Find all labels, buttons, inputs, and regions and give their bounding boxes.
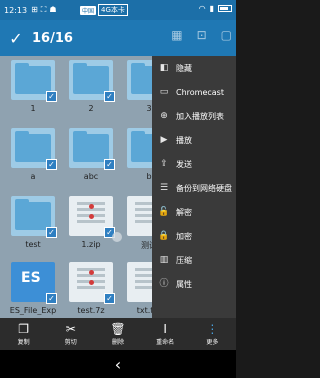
- copy-icon: ❐: [18, 322, 29, 336]
- checkbox-checked-icon[interactable]: ✓: [104, 293, 115, 304]
- folder-icon: ✓: [69, 128, 115, 170]
- bottom-action-bar: ❐ 复制 ✂ 剪切 🗑 删除 Ⅰ 重命名 ⋮ 更多: [0, 318, 236, 350]
- trash-icon: 🗑: [110, 322, 126, 336]
- menu-item-cloud-backup[interactable]: ☰ 备份到网络硬盘: [152, 176, 236, 200]
- menu-item-add-playlist[interactable]: ⊕ 加入播放列表: [152, 104, 236, 128]
- file-item[interactable]: ✓ test.7z: [62, 262, 120, 318]
- carrier-badge: 中国: [80, 5, 97, 15]
- hide-icon: ◧: [159, 63, 169, 73]
- system-nav-bar: ‹: [0, 350, 236, 378]
- file-item[interactable]: ✓ a: [4, 128, 62, 190]
- menu-item-send[interactable]: ⇪ 发送: [152, 152, 236, 176]
- menu-item-encrypt[interactable]: 🔒 加密: [152, 224, 236, 248]
- rename-icon: Ⅰ: [163, 322, 167, 336]
- send-icon: ⇪: [160, 159, 168, 169]
- loading-indicator: [112, 232, 122, 242]
- folder-icon: ✓: [11, 196, 57, 238]
- decrypt-icon: 🔓: [158, 207, 170, 217]
- file-item[interactable]: ✓ 1.zip: [62, 196, 120, 258]
- status-time: 12:13: [4, 5, 28, 15]
- cut-button[interactable]: ✂ 剪切: [51, 322, 91, 346]
- menu-item-hide[interactable]: ◧ 隐藏: [152, 56, 236, 80]
- encrypt-icon: 🔒: [158, 231, 170, 241]
- back-icon[interactable]: ‹: [115, 355, 121, 374]
- archive-file-icon: ✓: [69, 262, 115, 304]
- file-item[interactable]: ✓ test: [4, 196, 62, 258]
- checkbox-checked-icon[interactable]: ✓: [46, 159, 57, 170]
- file-item[interactable]: ✓ 2: [62, 60, 120, 122]
- menu-item-chromecast[interactable]: ▭ Chromecast: [152, 80, 236, 104]
- playlist-add-icon: ⊕: [160, 111, 168, 121]
- cast-icon: ▭: [159, 87, 169, 97]
- more-vertical-icon: ⋮: [206, 322, 219, 336]
- folder-icon: ✓: [69, 60, 115, 102]
- usb-icon: ⛶: [40, 5, 47, 14]
- checkbox-checked-icon[interactable]: ✓: [46, 227, 57, 238]
- battery-icon: [218, 5, 232, 12]
- menu-item-decrypt[interactable]: 🔓 解密: [152, 200, 236, 224]
- selection-count: 16/16: [32, 30, 73, 46]
- signal-icon: ▮: [209, 4, 214, 13]
- checkbox-checked-icon[interactable]: ✓: [46, 91, 57, 102]
- more-button[interactable]: ⋮ 更多: [192, 322, 232, 346]
- more-options-menu: ◧ 隐藏 ▭ Chromecast ⊕ 加入播放列表 ▶ 播放 ⇪ 发送 ☰ 备份到网络硬盘…: [152, 56, 236, 318]
- grid-icon: ⊞: [31, 5, 38, 14]
- compress-icon: ▥: [159, 255, 169, 265]
- cloud-backup-icon: ☰: [159, 183, 169, 193]
- carrier-text: 4G本卡: [98, 4, 128, 16]
- select-range-icon[interactable]: ⊡: [197, 28, 207, 42]
- rename-button[interactable]: Ⅰ 重命名: [145, 322, 185, 346]
- zip-file-icon: ✓: [69, 196, 115, 238]
- copy-button[interactable]: ❐ 复制: [4, 322, 44, 346]
- checkbox-checked-icon[interactable]: ✓: [46, 293, 57, 304]
- scissors-icon: ✂: [65, 322, 76, 336]
- menu-item-properties[interactable]: ⓘ 属性: [152, 272, 236, 296]
- menu-item-play[interactable]: ▶ 播放: [152, 128, 236, 152]
- play-icon: ▶: [160, 135, 168, 145]
- properties-icon: ⓘ: [159, 279, 169, 289]
- folder-icon: ✓: [11, 60, 57, 102]
- status-bar: 12:13 ⊞ ⛶ ☗ 中国 4G本卡 ◠ ▮: [0, 0, 236, 20]
- file-item[interactable]: ES ✓ ES_File_Exp: [4, 262, 62, 318]
- android-icon: ☗: [49, 5, 57, 14]
- file-item[interactable]: ✓ abc: [62, 128, 120, 190]
- apk-app-icon: ES ✓: [11, 262, 57, 304]
- checkbox-checked-icon[interactable]: ✓: [104, 159, 115, 170]
- file-item[interactable]: ✓ 1: [4, 60, 62, 122]
- wifi-icon: ◠: [198, 4, 206, 13]
- selection-toolbar: ✓ 16/16 ▦ ⊡ ▢: [0, 20, 236, 56]
- folder-icon: ✓: [11, 128, 57, 170]
- menu-item-compress[interactable]: ▥ 压缩: [152, 248, 236, 272]
- select-all-icon[interactable]: ▦: [171, 28, 182, 42]
- select-invert-icon[interactable]: ▢: [221, 28, 232, 42]
- carrier-indicator: 中国 4G本卡: [80, 4, 128, 16]
- checkbox-checked-icon[interactable]: ✓: [104, 91, 115, 102]
- delete-button[interactable]: 🗑 删除: [98, 322, 138, 346]
- done-check-icon[interactable]: ✓: [0, 29, 32, 48]
